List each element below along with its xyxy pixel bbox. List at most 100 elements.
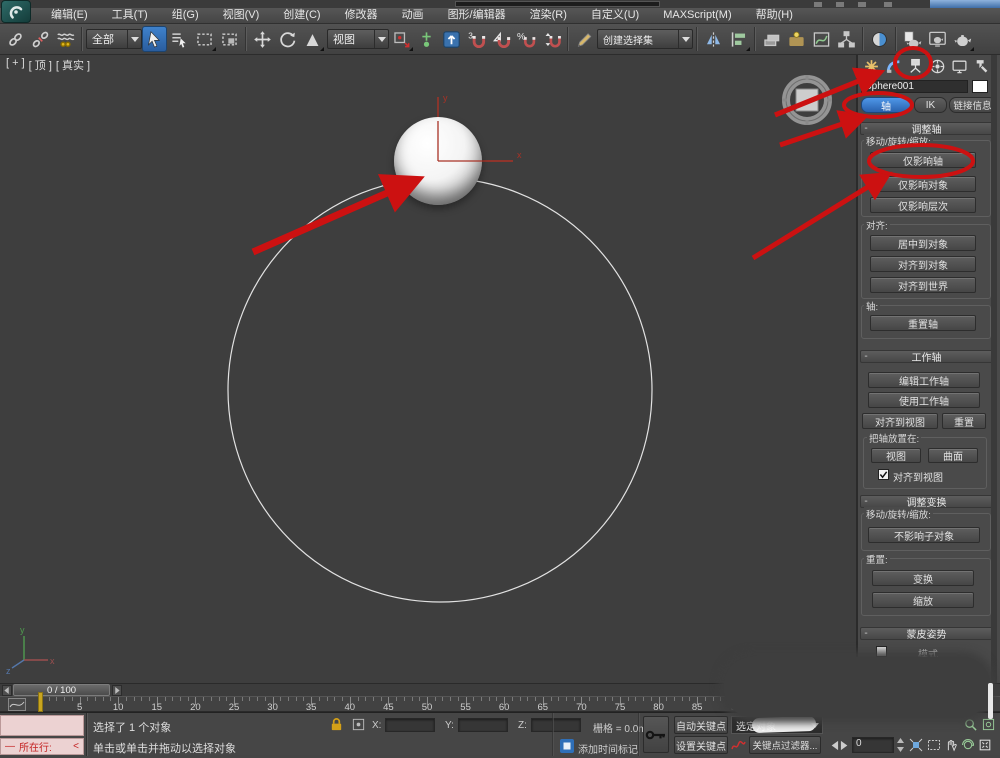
selection-lock-icon[interactable]	[329, 717, 344, 737]
quick-access-icon[interactable]	[814, 2, 822, 7]
reset-transform-button[interactable]: 变换	[872, 570, 974, 586]
key-filters-button[interactable]: 关键点过滤器...	[749, 736, 821, 754]
select-and-link-icon[interactable]	[3, 26, 28, 52]
y-coord-field[interactable]	[458, 718, 508, 732]
percent-snap-toggle-icon[interactable]: %	[514, 26, 539, 52]
place-pivot-surface-button[interactable]: 曲面	[928, 448, 978, 463]
previous-frame-icon[interactable]	[2, 685, 12, 696]
align-to-world-button[interactable]: 对齐到世界	[870, 277, 976, 293]
select-and-manipulate-icon[interactable]	[414, 26, 439, 52]
menu-rendering[interactable]: 渲染(R)	[519, 8, 578, 23]
object-color-swatch[interactable]	[972, 80, 988, 93]
selection-filter-dropdown[interactable]: 全部	[86, 29, 142, 49]
tab-modify-icon[interactable]	[884, 57, 903, 76]
center-to-object-button[interactable]: 居中到对象	[870, 235, 976, 251]
unlink-selection-icon[interactable]	[28, 26, 53, 52]
navigation-emblem-icon[interactable]	[779, 72, 835, 128]
x-coord-field[interactable]	[385, 718, 435, 732]
menu-customize[interactable]: 自定义(U)	[580, 8, 650, 23]
place-pivot-view-button[interactable]: 视图	[871, 448, 921, 463]
zoom-all-icon[interactable]	[981, 717, 996, 732]
open-mini-curve-editor-icon[interactable]	[8, 698, 26, 711]
schematic-view-icon[interactable]	[834, 26, 859, 52]
undo-icon[interactable]	[836, 2, 844, 7]
window-crossing-toggle-icon[interactable]	[217, 26, 242, 52]
skin-pose-mode-checkbox[interactable]	[876, 646, 887, 657]
select-and-rotate-icon[interactable]	[275, 26, 300, 52]
project-icon[interactable]	[884, 2, 892, 7]
reference-coordinate-system-dropdown[interactable]: 视图	[327, 29, 389, 49]
tab-create-icon[interactable]	[862, 57, 881, 76]
rendered-frame-window-icon[interactable]	[925, 26, 950, 52]
reset-pivot-button[interactable]: 重置轴	[870, 315, 976, 331]
tab-pivot[interactable]: 轴	[861, 97, 911, 113]
menu-graph-editors[interactable]: 图形/编辑器	[437, 8, 517, 23]
pan-hand-icon[interactable]	[943, 737, 958, 752]
tab-link-info[interactable]: 链接信息	[949, 97, 996, 113]
affect-hierarchy-only-button[interactable]: 仅影响层次	[870, 197, 976, 213]
z-coord-field[interactable]	[531, 718, 581, 732]
reset-scale-button[interactable]: 缩放	[872, 592, 974, 608]
tab-motion-icon[interactable]	[928, 57, 947, 76]
sphere-object[interactable]	[394, 117, 482, 205]
viewport-top[interactable]: [ + ] [ 顶 ] [ 真实 ] y x z y x z	[0, 55, 858, 683]
rectangular-selection-region-icon[interactable]	[192, 26, 217, 52]
rollout-skin-pose[interactable]: - 蒙皮姿势	[860, 627, 993, 640]
time-slider-handle[interactable]: 0 / 100	[13, 684, 110, 696]
align-icon[interactable]	[726, 26, 751, 52]
menu-views[interactable]: 视图(V)	[212, 8, 271, 23]
current-frame-marker[interactable]	[38, 692, 43, 712]
zoom-icon[interactable]	[963, 717, 978, 732]
rollout-working-pivot[interactable]: - 工作轴	[860, 350, 993, 363]
set-key-button[interactable]: 设置关键点	[674, 736, 728, 754]
menu-animation[interactable]: 动画	[391, 8, 435, 23]
select-by-name-icon[interactable]	[167, 26, 192, 52]
panel-scrollbar-track[interactable]	[991, 55, 997, 755]
snaps-toggle-3d-icon[interactable]: 3	[464, 26, 489, 52]
edit-named-selection-sets-icon[interactable]	[572, 26, 597, 52]
app-logo[interactable]	[1, 0, 31, 23]
reset-button[interactable]: 重置	[942, 413, 986, 429]
render-setup-icon[interactable]	[900, 26, 925, 52]
ribbon-toggle-icon[interactable]	[784, 26, 809, 52]
panel-scrollbar-thumb[interactable]	[988, 683, 993, 719]
menu-maxscript[interactable]: MAXScript(M)	[652, 8, 742, 23]
add-time-tag-text[interactable]: 添加时间标记	[578, 741, 638, 756]
workspace-field[interactable]	[455, 1, 660, 7]
curve-editor-icon[interactable]	[809, 26, 834, 52]
spinner-snap-toggle-icon[interactable]	[539, 26, 564, 52]
current-frame-field[interactable]: 0	[852, 737, 894, 753]
select-and-scale-icon[interactable]	[300, 26, 325, 52]
maxscript-mini-listener[interactable]	[0, 715, 84, 736]
next-frame-icon[interactable]	[112, 685, 122, 696]
affect-object-only-button[interactable]: 仅影响对象	[870, 176, 976, 192]
menu-tools[interactable]: 工具(T)	[101, 8, 159, 23]
set-keys-button[interactable]	[643, 716, 669, 753]
select-object-icon[interactable]	[142, 26, 167, 52]
tab-hierarchy-icon[interactable]	[906, 57, 925, 76]
named-selection-sets-dropdown[interactable]: 创建选择集	[597, 29, 693, 49]
auto-key-button[interactable]: 自动关键点	[674, 716, 728, 734]
select-and-move-icon[interactable]	[250, 26, 275, 52]
tab-display-icon[interactable]	[950, 57, 969, 76]
menu-edit[interactable]: 编辑(E)	[40, 8, 99, 23]
align-to-view-checkbox[interactable]	[878, 469, 889, 480]
orbit-icon[interactable]	[960, 737, 975, 752]
menu-create[interactable]: 创建(C)	[272, 8, 331, 23]
layer-manager-icon[interactable]	[759, 26, 784, 52]
tab-utilities-icon[interactable]	[972, 57, 991, 76]
menu-modifiers[interactable]: 修改器	[334, 8, 389, 23]
affect-pivot-only-button[interactable]: 仅影响轴	[870, 152, 976, 168]
keyboard-shortcut-override-icon[interactable]	[439, 26, 464, 52]
object-name-field[interactable]: Sphere001	[861, 80, 968, 93]
tab-ik[interactable]: IK	[914, 97, 947, 113]
render-production-icon[interactable]	[950, 26, 975, 52]
next-key-icon[interactable]	[838, 738, 853, 753]
align-to-object-button[interactable]: 对齐到对象	[870, 256, 976, 272]
align-to-view-button[interactable]: 对齐到视图	[862, 413, 938, 429]
use-working-pivot-button[interactable]: 使用工作轴	[868, 392, 980, 408]
zoom-extents-icon[interactable]	[908, 737, 923, 752]
mirror-icon[interactable]	[701, 26, 726, 52]
use-pivot-point-center-icon[interactable]	[389, 26, 414, 52]
menu-group[interactable]: 组(G)	[161, 8, 210, 23]
